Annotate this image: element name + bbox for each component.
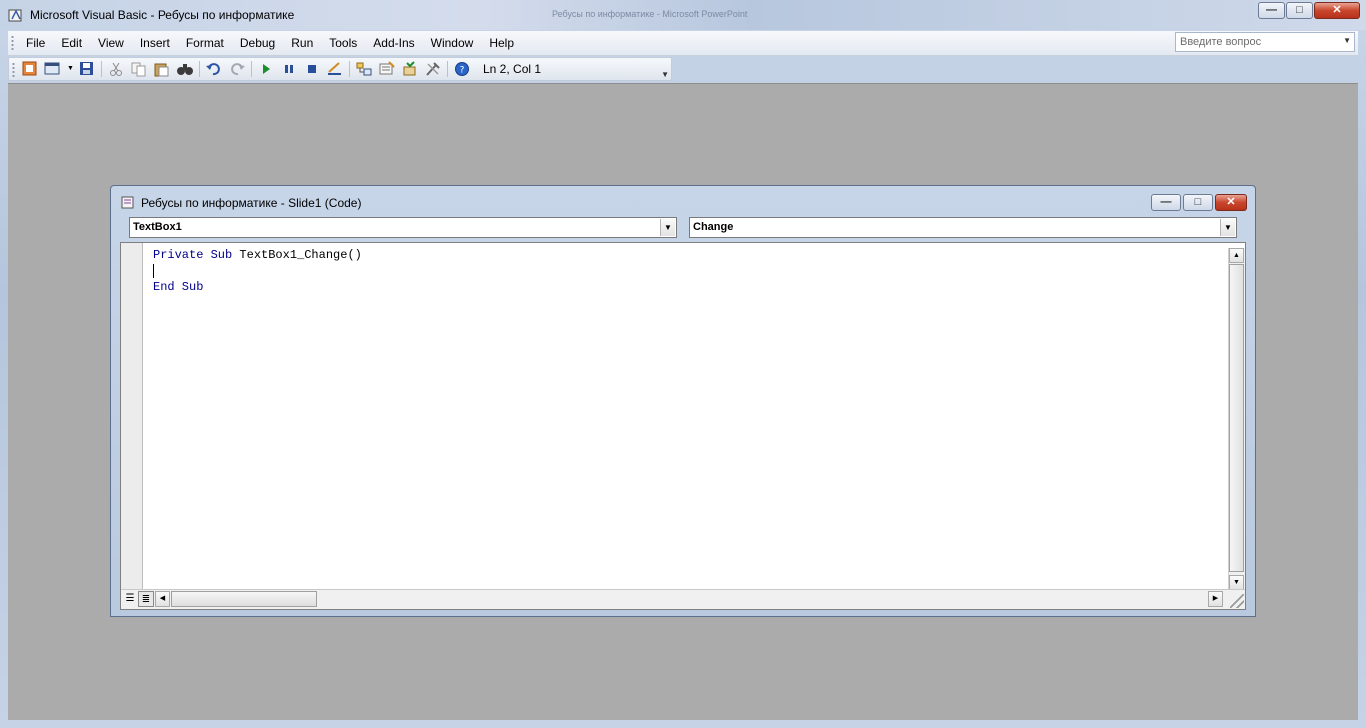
copy-icon[interactable]	[130, 61, 148, 77]
vertical-scrollbar[interactable]: ▲ ▼	[1228, 248, 1245, 590]
window-title: Microsoft Visual Basic - Ребусы по инфор…	[30, 8, 295, 22]
code-window-icon	[121, 196, 134, 209]
run-icon[interactable]	[257, 61, 275, 77]
undo-icon[interactable]	[205, 61, 223, 77]
minimize-icon: —	[1160, 196, 1172, 208]
code-line[interactable]	[153, 263, 362, 279]
code-window: Ребусы по информатике - Slide1 (Code) — …	[110, 185, 1256, 617]
redo-icon[interactable]	[228, 61, 246, 77]
window-controls: — □ ✕	[1257, 2, 1360, 20]
chevron-down-icon[interactable]: ▼	[660, 219, 675, 236]
background-window-title: Ребусы по информатике - Microsoft PowerP…	[552, 9, 748, 19]
size-grip-icon[interactable]	[1230, 594, 1244, 608]
code-text-segment: TextBox1_Change()	[232, 248, 362, 262]
scroll-down-icon[interactable]: ▼	[1229, 575, 1244, 590]
code-close-button[interactable]: ✕	[1215, 194, 1247, 211]
object-combo[interactable]: TextBox1 ▼	[129, 217, 677, 238]
menu-window[interactable]: Window	[431, 36, 474, 50]
editor-bottom-bar: ☰ ≣ ◀ ▶	[121, 589, 1245, 609]
procedure-combo[interactable]: Change ▼	[689, 217, 1237, 238]
save-icon[interactable]	[78, 61, 96, 77]
code-line[interactable]: Private Sub TextBox1_Change()	[153, 247, 362, 263]
procedure-view-icon[interactable]: ☰	[122, 591, 138, 607]
full-module-view-icon[interactable]: ≣	[138, 591, 154, 607]
toolbar-grip[interactable]	[12, 62, 15, 78]
menu-debug[interactable]: Debug	[240, 36, 275, 50]
procedure-combo-value: Change	[693, 221, 734, 233]
code-minimize-button[interactable]: —	[1151, 194, 1181, 211]
insert-userform-icon[interactable]	[44, 61, 62, 77]
menu-tools[interactable]: Tools	[329, 36, 357, 50]
paste-icon[interactable]	[153, 61, 171, 77]
keyword: Private Sub	[153, 248, 233, 262]
toolbox-icon[interactable]	[424, 61, 442, 77]
code-window-title: Ребусы по информатике - Slide1 (Code)	[141, 196, 362, 210]
scroll-right-icon[interactable]: ▶	[1208, 591, 1223, 607]
restore-icon: □	[1194, 196, 1202, 208]
vertical-scroll-thumb[interactable]	[1229, 264, 1244, 572]
code-text[interactable]: Private Sub TextBox1_Change() End Sub	[153, 247, 362, 295]
title-bar: Microsoft Visual Basic - Ребусы по инфор…	[0, 0, 1366, 30]
close-icon: ✕	[1332, 4, 1342, 16]
toolbar-separator	[101, 61, 102, 77]
menu-bar: File Edit View Insert Format Debug Run T…	[8, 31, 1358, 56]
keyword: End Sub	[153, 280, 204, 294]
text-caret	[153, 263, 154, 278]
svg-text:?: ?	[460, 66, 465, 76]
vbe-main-window: Microsoft Visual Basic - Ребусы по инфор…	[0, 0, 1366, 728]
menu-run[interactable]: Run	[291, 36, 313, 50]
chevron-down-icon[interactable]: ▼	[1343, 36, 1351, 45]
powerpoint-icon[interactable]	[21, 61, 39, 77]
code-window-controls: — □ ✕	[1149, 194, 1247, 211]
chevron-down-icon[interactable]: ▼	[1220, 219, 1235, 236]
close-button[interactable]: ✕	[1314, 2, 1360, 19]
cursor-position-status: Ln 2, Col 1	[483, 62, 542, 76]
scroll-up-icon[interactable]: ▲	[1229, 248, 1244, 263]
scroll-left-icon[interactable]: ◀	[155, 591, 170, 607]
cut-icon[interactable]	[107, 61, 125, 77]
help-search-placeholder: Введите вопрос	[1180, 36, 1262, 48]
menubar-grip[interactable]	[11, 35, 14, 51]
vba-app-icon	[8, 9, 22, 22]
horizontal-scrollbar[interactable]: ◀ ▶	[155, 591, 1223, 607]
toolbar-separator	[447, 61, 448, 77]
project-explorer-icon[interactable]	[355, 61, 373, 77]
horizontal-scroll-thumb[interactable]	[171, 591, 317, 607]
chevron-down-icon[interactable]: ▼	[67, 61, 74, 77]
design-mode-icon[interactable]	[326, 61, 344, 77]
maximize-button[interactable]: □	[1286, 2, 1313, 19]
menu-format[interactable]: Format	[186, 36, 224, 50]
object-browser-icon[interactable]	[401, 61, 419, 77]
help-search-input[interactable]: Введите вопрос ▼	[1175, 32, 1355, 52]
properties-icon[interactable]	[378, 61, 396, 77]
toolbar-options-icon[interactable]: ▼	[661, 70, 669, 79]
help-icon[interactable]: ?	[453, 61, 471, 77]
menu-file[interactable]: File	[26, 36, 45, 50]
find-icon[interactable]	[176, 61, 194, 77]
standard-toolbar: ▼ ? Ln 2, Col 1 ▼	[8, 57, 672, 81]
minimize-button[interactable]: —	[1258, 2, 1285, 19]
code-line[interactable]: End Sub	[153, 279, 362, 295]
menu-view[interactable]: View	[98, 36, 124, 50]
minimize-icon: —	[1266, 4, 1277, 16]
menu-edit[interactable]: Edit	[61, 36, 82, 50]
code-restore-button[interactable]: □	[1183, 194, 1213, 211]
margin-indicator-bar[interactable]	[121, 243, 143, 591]
reset-icon[interactable]	[303, 61, 321, 77]
menu-add-ins[interactable]: Add-Ins	[373, 36, 414, 50]
toolbar-separator	[251, 61, 252, 77]
toolbar-separator	[349, 61, 350, 77]
maximize-icon: □	[1296, 4, 1303, 16]
toolbar-separator	[199, 61, 200, 77]
menu-help[interactable]: Help	[489, 36, 514, 50]
object-combo-value: TextBox1	[133, 221, 182, 233]
close-icon: ✕	[1226, 196, 1236, 208]
break-icon[interactable]	[280, 61, 298, 77]
menu-insert[interactable]: Insert	[140, 36, 170, 50]
code-editor[interactable]: Private Sub TextBox1_Change() End Sub ▲ …	[120, 242, 1246, 610]
